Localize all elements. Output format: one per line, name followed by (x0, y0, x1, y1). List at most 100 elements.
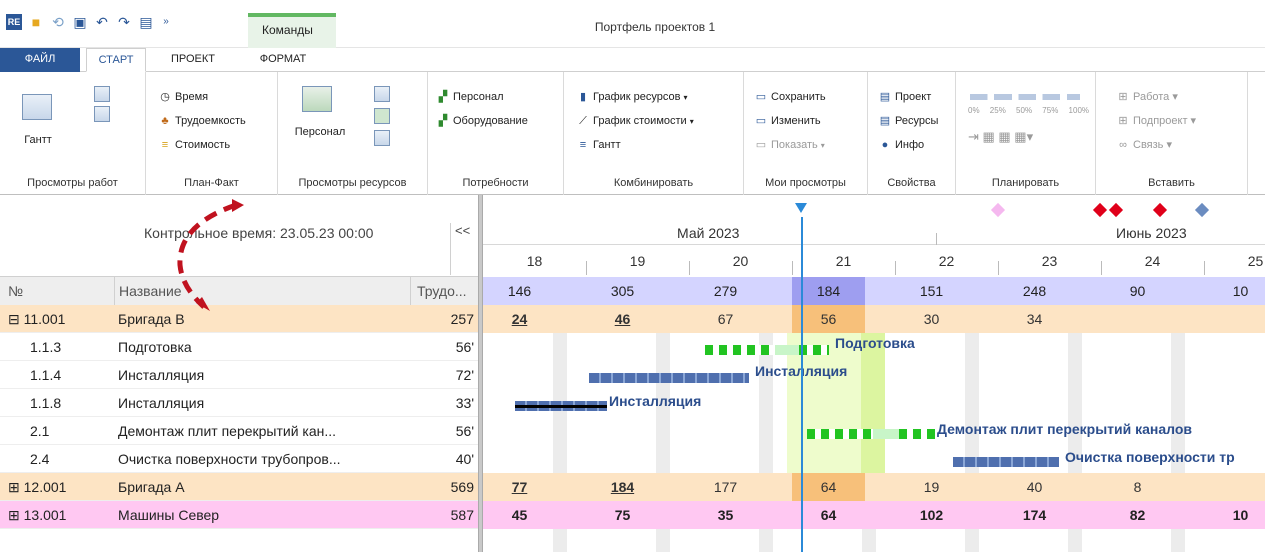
resources-props-button[interactable]: ▤ Ресурсы (878, 114, 939, 128)
day-label: 25 (1247, 253, 1264, 269)
insert-link-button[interactable]: ∞ Связь ▾ (1116, 138, 1172, 152)
month-header: Май 2023 Июнь 2023 (483, 223, 1265, 245)
task-bar[interactable] (799, 345, 829, 355)
needs-equipment-button[interactable]: ▞ Оборудование (436, 114, 528, 128)
project-props-button[interactable]: ▤ Проект (878, 90, 931, 104)
row-name: Демонтаж плит перекрытий кан... (118, 423, 337, 439)
current-time-marker-icon (795, 203, 807, 213)
info-button[interactable]: ● Инфо (878, 138, 924, 152)
group-resource-views: Персонал Просмотры ресурсов (278, 72, 428, 195)
cost-button[interactable]: ≡ Стоимость (158, 138, 230, 152)
value-cell: 35 (717, 507, 734, 523)
labor-button[interactable]: ♣ Трудоемкость (158, 114, 246, 128)
table-row[interactable]: 2.1 Демонтаж плит перекрытий кан... 56' (0, 417, 478, 445)
clock-icon: ◷ (160, 91, 170, 103)
gantt-view-icon[interactable] (22, 94, 52, 120)
row-name: Инсталляция (118, 395, 205, 411)
value-cell: 75 (614, 507, 631, 523)
value-cell: 40 (1026, 479, 1043, 495)
group-label: Просмотры ресурсов (298, 177, 407, 189)
tab-file[interactable]: ФАЙЛ (0, 48, 80, 72)
info-icon: ● (881, 139, 889, 151)
row-work: 33' (455, 395, 474, 411)
resource-chart-button[interactable]: ▮ График ресурсов ▾ (576, 90, 688, 105)
table-row[interactable]: 1.1.3 Подготовка 56' (0, 333, 478, 361)
view-small-icon[interactable] (374, 130, 390, 146)
gantt-combine-label: Гантт (593, 139, 621, 151)
cost-chart-button[interactable]: ⟋ График стоимости ▾ (576, 114, 694, 129)
row-work: 569 (450, 479, 474, 495)
task-bar[interactable] (775, 345, 799, 355)
personnel-view-icon[interactable] (302, 86, 332, 112)
plan-tools-icons[interactable]: ⇥ ▦ ▦ ▦▾ (968, 130, 1033, 144)
row-name: Машины Север (118, 507, 220, 523)
timeline-markers (483, 195, 1265, 223)
pct-75: 75% (1042, 106, 1059, 115)
edit-view-button[interactable]: ▭ Изменить (754, 114, 821, 128)
labor-label: Трудоемкость (175, 115, 246, 127)
milestone-icon[interactable] (1092, 202, 1108, 218)
personnel-view-button[interactable]: Персонал (292, 126, 348, 138)
group-properties: ▤ Проект ▤ Ресурсы ● Инфо Свойства (868, 72, 956, 195)
bar-label: Демонтаж плит перекрытий каналов (937, 421, 1193, 437)
collapse-button[interactable]: << (450, 223, 470, 275)
table-row[interactable]: ⊞ 13.001 Машины Север 587 (0, 501, 478, 529)
view-small-icon[interactable] (94, 86, 110, 102)
row-number: 2.1 (30, 423, 50, 439)
column-header-work[interactable]: Трудо... (410, 277, 478, 305)
task-bar[interactable] (807, 429, 873, 439)
personnel-chart-icon: ▞ (438, 91, 448, 103)
value-cell: 102 (919, 507, 944, 523)
insert-subproject-button[interactable]: ⊞ Подпроект ▾ (1116, 114, 1196, 128)
table-row[interactable]: 2.4 Очистка поверхности трубопров... 40' (0, 445, 478, 473)
gantt-combine-button[interactable]: ≡ Гантт (576, 138, 621, 152)
insert-work-button[interactable]: ⊞ Работа ▾ (1116, 90, 1178, 104)
table-row[interactable]: 1.1.4 Инсталляция 72' (0, 361, 478, 389)
progress-line (515, 405, 607, 408)
milestone-icon[interactable] (1108, 202, 1124, 218)
row-work: 40' (455, 451, 474, 467)
value-cell: 8 (1133, 479, 1142, 495)
milestone-icon[interactable] (1152, 202, 1168, 218)
needs-personnel-button[interactable]: ▞ Персонал (436, 90, 504, 104)
row-name: Подготовка (118, 339, 192, 355)
view-small-icon[interactable] (374, 108, 390, 124)
pct-50: 50% (1016, 106, 1033, 115)
row-number: ⊞ 12.001 (8, 479, 67, 495)
task-bar[interactable] (899, 429, 935, 439)
view-small-icon[interactable] (374, 86, 390, 102)
task-bar[interactable] (953, 457, 1059, 467)
insert-subproject-label: Подпроект (1133, 115, 1188, 127)
value-cell (1204, 305, 1265, 333)
percent-buttons[interactable]: 0% 25% 50% 75% 100% (968, 104, 1089, 118)
table-row[interactable]: ⊞ 12.001 Бригада А 569 (0, 473, 478, 501)
tab-project[interactable]: ПРОЕКТ (158, 48, 228, 72)
milestone-icon[interactable] (990, 202, 1006, 218)
group-combine: ▮ График ресурсов ▾ ⟋ График стоимости ▾ ≡ Га… (564, 72, 744, 195)
value-cell: 279 (689, 277, 762, 305)
insert-link-label: Связь (1133, 139, 1164, 151)
column-header-num[interactable]: № (8, 277, 108, 305)
row-name: Инсталляция (118, 367, 205, 383)
value-cell: 184 (610, 479, 635, 495)
time-button[interactable]: ◷ Время (158, 90, 208, 104)
milestone-icon[interactable] (1194, 202, 1210, 218)
progress-bars-icon (970, 94, 1080, 100)
save-view-button[interactable]: ▭ Сохранить (754, 90, 826, 104)
gantt-view-button[interactable]: Гантт (20, 134, 56, 146)
tab-format[interactable]: ФОРМАТ (248, 48, 318, 72)
task-bar[interactable] (705, 345, 775, 355)
pct-100: 100% (1068, 106, 1090, 115)
show-view-button[interactable]: ▭ Показать ▾ (754, 138, 825, 153)
task-bar[interactable] (589, 373, 749, 383)
month-label-may: Май 2023 (677, 225, 740, 241)
value-cell: 46 (614, 311, 631, 327)
tab-start[interactable]: СТАРТ (86, 48, 146, 72)
show-view-icon: ▭ (755, 139, 767, 151)
current-time-line (801, 217, 803, 552)
task-bar[interactable] (873, 429, 899, 439)
view-small-icon[interactable] (94, 106, 110, 122)
value-cell (1204, 473, 1265, 501)
value-cell: 56 (792, 305, 865, 333)
table-row[interactable]: 1.1.8 Инсталляция 33' (0, 389, 478, 417)
